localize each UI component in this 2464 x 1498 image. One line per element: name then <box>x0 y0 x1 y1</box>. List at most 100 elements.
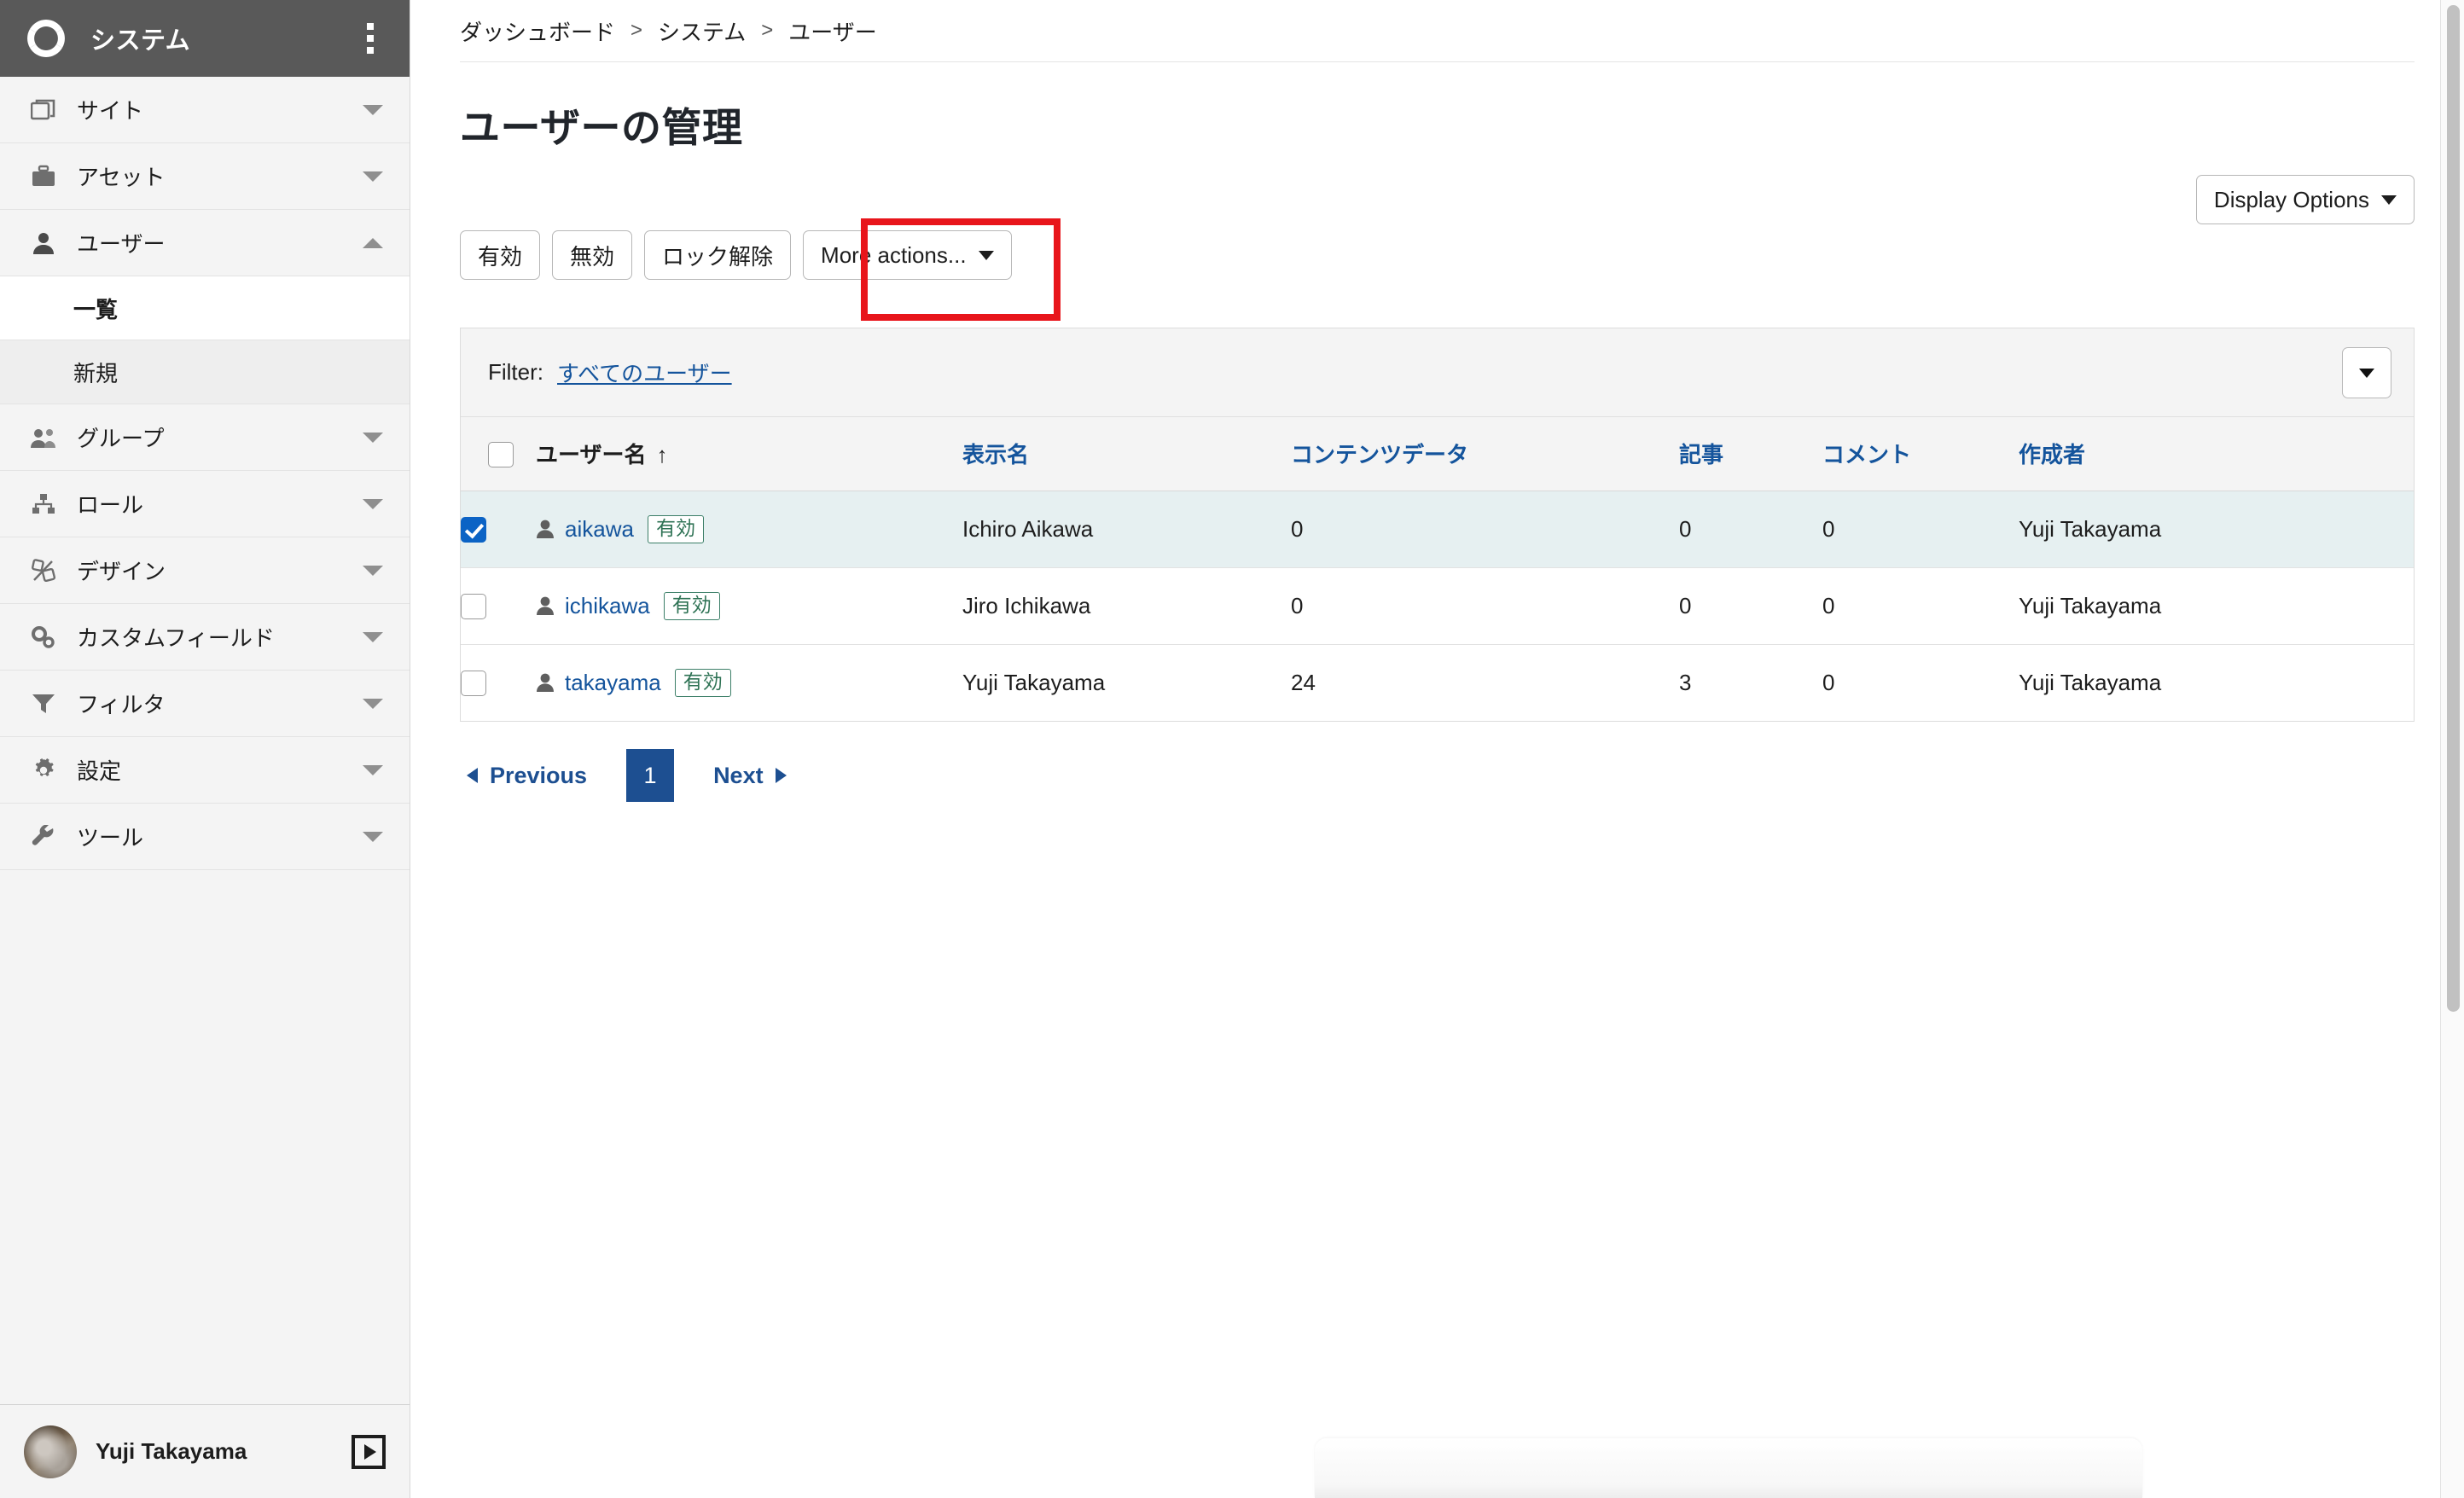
status-badge: 有効 <box>647 514 704 543</box>
window-icon <box>26 99 61 121</box>
row-checkbox[interactable] <box>461 594 486 620</box>
sidebar-item-label: 設定 <box>77 758 122 784</box>
sidebar-item-filters[interactable]: フィルタ <box>0 671 410 737</box>
row-checkbox[interactable] <box>461 517 486 543</box>
more-vertical-icon[interactable] <box>353 19 387 58</box>
caret-left-icon <box>467 768 478 783</box>
row-username-cell: aikawa 有効 <box>536 491 962 568</box>
chevron-down-icon[interactable] <box>358 564 387 578</box>
chevron-up-icon[interactable] <box>358 236 387 250</box>
caret-right-icon <box>775 768 787 783</box>
column-header-comments[interactable]: コメント <box>1822 417 2019 491</box>
sidebar-item-label: ユーザー <box>77 231 166 257</box>
enable-button[interactable]: 有効 <box>460 230 541 280</box>
select-all-checkbox[interactable] <box>488 441 514 467</box>
column-header-display-name[interactable]: 表示名 <box>962 417 1291 491</box>
sidebar-item-users[interactable]: ユーザー <box>0 210 410 276</box>
pagination-next-label: Next <box>713 762 764 788</box>
row-username-cell: ichikawa 有効 <box>536 567 962 645</box>
sidebar-item-assets[interactable]: アセット <box>0 143 410 210</box>
sidebar-item-custom-fields[interactable]: カスタムフィールド <box>0 604 410 671</box>
chevron-down-icon[interactable] <box>358 697 387 711</box>
row-author-cell: Yuji Takayama <box>2019 491 2414 568</box>
row-comments-cell: 0 <box>1822 491 2019 568</box>
column-header-articles[interactable]: 記事 <box>1679 417 1822 491</box>
row-username-link[interactable]: ichikawa <box>565 593 650 619</box>
table-row[interactable]: takayama 有効 Yuji Takayama 24 3 0 Yuji Ta… <box>461 644 2414 721</box>
row-display-name-cell: Ichiro Aikawa <box>962 491 1291 568</box>
breadcrumb-item-users[interactable]: ユーザー <box>788 15 876 47</box>
app-root: システム サイト アセット ユーザー 一覧 新規 グループ ロール デザイン カ… <box>0 0 2464 1498</box>
avatar[interactable] <box>24 1425 77 1478</box>
chevron-down-icon[interactable] <box>358 103 387 117</box>
user-icon <box>536 672 555 693</box>
row-articles-cell: 0 <box>1679 491 1822 568</box>
chevron-down-icon[interactable] <box>358 497 387 511</box>
collapse-panel-icon[interactable] <box>352 1434 386 1469</box>
bottom-sheet-edge <box>1315 1438 2142 1498</box>
more-actions-button[interactable]: More actions... <box>803 230 1012 280</box>
row-checkbox[interactable] <box>461 671 486 697</box>
table-header-row: ユーザー名 ↑ 表示名 コンテンツデータ 記事 コメント 作成者 <box>461 417 2414 491</box>
user-icon <box>536 519 555 539</box>
users-table-body: aikawa 有効 Ichiro Aikawa 0 0 0 Yuji Takay… <box>461 491 2414 721</box>
sidebar-item-label: アセット <box>77 165 166 190</box>
sidebar-item-tools[interactable]: ツール <box>0 804 410 870</box>
pagination-page-1[interactable]: 1 <box>626 749 675 802</box>
users-icon <box>26 427 61 449</box>
table-row[interactable]: aikawa 有効 Ichiro Aikawa 0 0 0 Yuji Takay… <box>461 491 2414 568</box>
row-username-link[interactable]: takayama <box>565 670 661 696</box>
chevron-down-icon[interactable] <box>358 630 387 644</box>
row-comments-cell: 0 <box>1822 567 2019 645</box>
sidebar-footer: Yuji Takayama <box>0 1404 410 1498</box>
filter-expand-toggle[interactable] <box>2342 347 2391 398</box>
design-icon <box>26 558 61 583</box>
display-options-button[interactable]: Display Options <box>2195 175 2415 224</box>
sidebar-item-settings[interactable]: 設定 <box>0 737 410 804</box>
breadcrumb-item-dashboard[interactable]: ダッシュボード <box>460 15 615 47</box>
disable-button[interactable]: 無効 <box>552 230 633 280</box>
row-username-link[interactable]: aikawa <box>565 516 634 543</box>
sidebar-item-roles[interactable]: ロール <box>0 471 410 537</box>
filter-label: Filter: <box>488 359 543 385</box>
column-select-all <box>461 417 536 491</box>
pagination-next[interactable]: Next <box>706 763 793 789</box>
column-header-content-data[interactable]: コンテンツデータ <box>1291 417 1679 491</box>
chevron-down-icon[interactable] <box>358 764 387 777</box>
column-label: ユーザー名 <box>536 442 647 468</box>
sidebar-subitem-list[interactable]: 一覧 <box>0 276 410 340</box>
unlock-button[interactable]: ロック解除 <box>644 230 792 280</box>
sidebar-brand-title: システム <box>90 27 191 55</box>
table-row[interactable]: ichikawa 有効 Jiro Ichikawa 0 0 0 Yuji Tak… <box>461 567 2414 645</box>
breadcrumb-separator: > <box>761 19 774 42</box>
caret-down-icon <box>978 250 994 260</box>
caret-down-icon <box>2359 368 2374 378</box>
row-content-data-cell: 24 <box>1291 669 1316 695</box>
briefcase-icon <box>26 165 61 189</box>
row-articles-cell: 0 <box>1679 567 1822 645</box>
status-badge: 有効 <box>674 668 731 697</box>
funnel-icon <box>26 693 61 715</box>
pagination-previous[interactable]: Previous <box>460 763 594 789</box>
row-select-cell <box>461 644 536 721</box>
sidebar-item-groups[interactable]: グループ <box>0 404 410 471</box>
sidebar-item-site[interactable]: サイト <box>0 77 410 143</box>
scrollbar-thumb[interactable] <box>2447 5 2460 1012</box>
row-articles-cell: 3 <box>1679 669 1692 695</box>
sidebar-subitem-new[interactable]: 新規 <box>0 340 410 404</box>
filter-bar: Filter: すべてのユーザー <box>461 328 2414 417</box>
row-author-cell: Yuji Takayama <box>2019 567 2414 645</box>
chevron-down-icon[interactable] <box>358 170 387 183</box>
vertical-scrollbar[interactable] <box>2440 0 2464 1498</box>
breadcrumb-item-system[interactable]: システム <box>658 15 746 47</box>
sidebar-item-label: ツール <box>77 825 144 851</box>
column-header-author[interactable]: 作成者 <box>2019 417 2414 491</box>
chevron-down-icon[interactable] <box>358 830 387 844</box>
row-content-data-cell: 0 <box>1291 567 1679 645</box>
chevron-down-icon[interactable] <box>358 431 387 444</box>
sidebar-item-design[interactable]: デザイン <box>0 537 410 604</box>
filter-value-link[interactable]: すべてのユーザー <box>557 357 732 388</box>
display-options-wrapper: Display Options <box>2195 175 2415 224</box>
users-table: ユーザー名 ↑ 表示名 コンテンツデータ 記事 コメント 作成者 aikawa … <box>461 417 2414 721</box>
column-header-username[interactable]: ユーザー名 ↑ <box>536 417 962 491</box>
